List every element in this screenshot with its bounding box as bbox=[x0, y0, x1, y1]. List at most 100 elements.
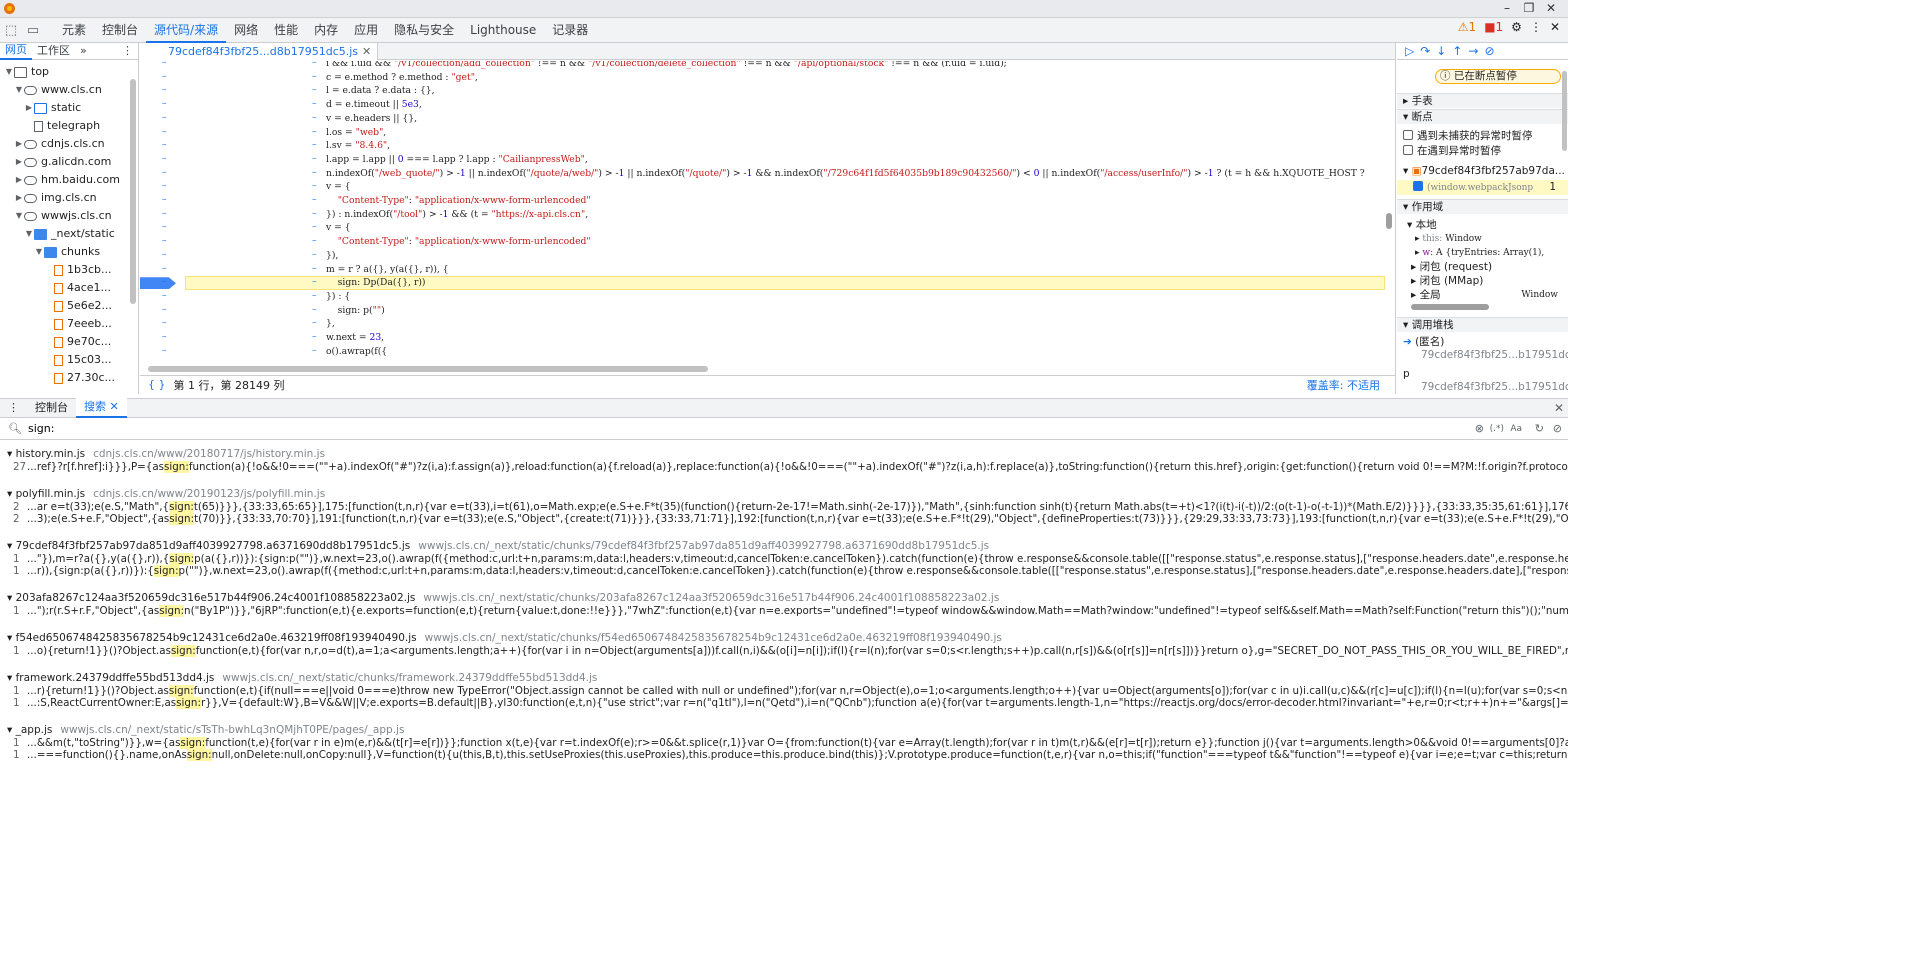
line-gutter-marker[interactable]: – bbox=[312, 139, 320, 153]
scope-local[interactable]: ▾ 本地 bbox=[1397, 218, 1568, 233]
tree-item[interactable]: 4ace1... bbox=[0, 279, 111, 297]
editor-file-tab[interactable]: 79cdef84f3fbf25...d8b17951dc5.js ✕ bbox=[140, 42, 379, 60]
result-line[interactable]: 27...ref}?r[f.href]:i}}},P={assign:funct… bbox=[0, 461, 1568, 473]
code-line[interactable]: – – v = { bbox=[140, 221, 1386, 235]
line-gutter-marker[interactable]: – bbox=[162, 290, 170, 304]
panel-tab[interactable]: 控制台 bbox=[94, 18, 146, 43]
line-gutter-marker[interactable]: – bbox=[312, 84, 320, 98]
tree-item[interactable]: ▶ static bbox=[0, 99, 81, 117]
line-gutter-marker[interactable]: – bbox=[162, 235, 170, 249]
tree-item[interactable]: ▼ www.cls.cn bbox=[0, 81, 102, 99]
deactivate-breakpoints-icon[interactable]: ⊘ bbox=[1484, 44, 1494, 58]
line-gutter-marker[interactable]: – bbox=[312, 249, 320, 263]
tree-item[interactable]: 15c03... bbox=[0, 351, 112, 369]
line-gutter-marker[interactable]: – bbox=[312, 98, 320, 112]
coverage-status[interactable]: 覆盖率: 不适用 bbox=[1307, 377, 1380, 393]
expanded-arrow-icon[interactable]: ▾ bbox=[7, 724, 16, 736]
panel-tab[interactable]: 记录器 bbox=[544, 18, 596, 43]
tree-item[interactable]: ▼ wwwjs.cls.cn bbox=[0, 207, 112, 225]
code-line[interactable]: – – n.indexOf("/web_quote/") > -1 || n.ind… bbox=[140, 167, 1386, 181]
breakpoint-marker[interactable] bbox=[140, 277, 176, 290]
pause-uncaught-checkbox[interactable] bbox=[1403, 130, 1413, 140]
panel-tab[interactable]: 隐私与安全 bbox=[386, 18, 462, 43]
navigator-scrollbar[interactable] bbox=[130, 79, 136, 304]
line-gutter-marker[interactable]: – bbox=[312, 180, 320, 194]
line-gutter-marker[interactable]: – bbox=[312, 345, 320, 359]
line-gutter-marker[interactable]: – bbox=[162, 317, 170, 331]
code-line[interactable]: – – sign: p("") bbox=[140, 304, 1386, 318]
line-gutter-marker[interactable]: – bbox=[162, 112, 170, 126]
code-line[interactable]: – – "Content-Type": "application/x-www-fo… bbox=[140, 194, 1386, 208]
more-options-icon[interactable]: ⋮ bbox=[1530, 20, 1542, 34]
collapsed-arrow-icon[interactable]: ▶ bbox=[14, 153, 24, 171]
code-line[interactable]: – – l = e.data ? e.data : {}, bbox=[140, 84, 1386, 98]
panel-tab[interactable]: 内存 bbox=[306, 18, 346, 43]
line-gutter-marker[interactable]: – bbox=[162, 345, 170, 359]
pause-uncaught-option[interactable]: 遇到未捕获的异常时暂停 bbox=[1397, 129, 1568, 144]
line-gutter-marker[interactable]: – bbox=[162, 167, 170, 181]
line-gutter-marker[interactable]: – bbox=[162, 84, 170, 98]
resume-icon[interactable]: ▷ bbox=[1405, 44, 1414, 58]
tree-item[interactable]: 5e6e2... bbox=[0, 297, 112, 315]
scope-this[interactable]: ▸ this: Window bbox=[1397, 232, 1568, 247]
code-line[interactable]: – –}), bbox=[140, 249, 1386, 263]
result-file-header[interactable]: ▾ history.min.js cdnjs.cls.cn/www/2018071… bbox=[0, 448, 1568, 461]
panel-tab[interactable]: 元素 bbox=[54, 18, 94, 43]
line-gutter-marker[interactable]: – bbox=[162, 276, 170, 290]
collapsed-arrow-icon[interactable]: ▶ bbox=[14, 135, 24, 153]
clear-search-icon[interactable]: ⊗ bbox=[1475, 422, 1484, 435]
navigator-menu-icon[interactable]: ⋮ bbox=[117, 43, 138, 59]
line-gutter-marker[interactable]: – bbox=[312, 208, 320, 222]
section-call-stack[interactable]: ▾ 调用堆栈 bbox=[1397, 317, 1568, 332]
result-line[interactable]: 1 ...r)),{sign:p(a({},r))}):{sign:p("")},… bbox=[0, 565, 1568, 577]
result-line[interactable]: 2 ...ar e=t(33);e(e.S,"Math",{sign:t(65)}… bbox=[0, 501, 1568, 513]
result-file-header[interactable]: ▾ _app.js wwwjs.cls.cn/_next/static/sTsTh… bbox=[0, 724, 1568, 737]
result-line[interactable]: 1 ...:S,ReactCurrentOwner:E,assign:r}},V=… bbox=[0, 697, 1568, 709]
tree-item[interactable]: 9e70c... bbox=[0, 333, 111, 351]
line-gutter-marker[interactable]: – bbox=[312, 317, 320, 331]
pause-caught-option[interactable]: 在遇到异常时暂停 bbox=[1397, 144, 1568, 159]
expanded-arrow-icon[interactable]: ▼ bbox=[34, 243, 44, 261]
result-line[interactable]: 1 ...");r(r.S+r.F,"Object",{assign:n("By1… bbox=[0, 605, 1568, 617]
code-area[interactable]: – – i && i.uid && "/v1/collection/add_coll… bbox=[140, 61, 1386, 365]
search-input[interactable] bbox=[27, 422, 1428, 435]
collapsed-arrow-icon[interactable]: ▶ bbox=[14, 171, 24, 189]
result-line[interactable]: 1 ...r){return!1}}()?Object.assign:functi… bbox=[0, 685, 1568, 697]
line-gutter-marker[interactable]: – bbox=[312, 71, 320, 85]
code-line[interactable]: – – c = e.method ? e.method : "get", bbox=[140, 71, 1386, 85]
navigator-tab[interactable]: 工作区 bbox=[32, 43, 75, 59]
line-gutter-marker[interactable]: – bbox=[162, 98, 170, 112]
scope-global[interactable]: ▸ 全局 Window bbox=[1397, 288, 1568, 303]
code-line[interactable]: – – m = r ? a({}, y(a({}, r)), { bbox=[140, 263, 1386, 277]
tree-item[interactable]: ▶ img.cls.cn bbox=[0, 189, 97, 207]
drawer-tab[interactable]: 搜索 ✕ bbox=[76, 398, 127, 418]
closure-request[interactable]: ▸ 闭包 (request) bbox=[1397, 260, 1568, 275]
tree-item[interactable]: 1b3cb... bbox=[0, 261, 112, 279]
collapsed-arrow-icon[interactable]: ▶ bbox=[24, 99, 34, 117]
editor-vertical-scrollbar[interactable] bbox=[1386, 213, 1392, 229]
line-gutter-marker[interactable]: – bbox=[162, 126, 170, 140]
result-line[interactable]: 1 ..."}),m=r?a({},y(a({},r)),{sign:p(a({}… bbox=[0, 553, 1568, 565]
line-gutter-marker[interactable]: – bbox=[312, 153, 320, 167]
editor-horizontal-scrollbar[interactable] bbox=[148, 366, 708, 372]
line-gutter-marker[interactable]: – bbox=[312, 304, 320, 318]
line-gutter-marker[interactable]: – bbox=[162, 263, 170, 277]
close-drawer-icon[interactable]: ✕ bbox=[1554, 401, 1564, 415]
code-line[interactable]: – – i && i.uid && "/v1/collection/add_coll… bbox=[140, 61, 1386, 71]
restore-icon[interactable]: ❐ bbox=[1518, 0, 1540, 17]
closure-mmap[interactable]: ▸ 闭包 (MMap) bbox=[1397, 274, 1568, 289]
result-line[interactable]: 1 ...o){return!1}}()?Object.assign:functi… bbox=[0, 645, 1568, 657]
errors-badge[interactable]: ■1 bbox=[1484, 20, 1503, 34]
expanded-arrow-icon[interactable]: ▾ bbox=[7, 592, 16, 604]
line-gutter-marker[interactable]: – bbox=[162, 249, 170, 263]
result-file-header[interactable]: ▾ f54ed65067484258356782​54b9c12431ce6d2… bbox=[0, 632, 1568, 645]
pretty-print-icon[interactable]: { } bbox=[148, 378, 166, 391]
line-gutter-marker[interactable]: – bbox=[162, 180, 170, 194]
clear-results-icon[interactable]: ⊘ bbox=[1553, 422, 1562, 435]
line-gutter-marker[interactable]: – bbox=[162, 139, 170, 153]
line-gutter-marker[interactable]: – bbox=[312, 276, 320, 290]
code-line[interactable]: – – sign: Dp(Da({}, r)) bbox=[140, 276, 1386, 290]
inspect-element-icon[interactable]: ⬚ bbox=[0, 20, 22, 40]
step-into-icon[interactable]: ↓ bbox=[1436, 44, 1446, 58]
expanded-arrow-icon[interactable]: ▾ bbox=[7, 488, 16, 500]
